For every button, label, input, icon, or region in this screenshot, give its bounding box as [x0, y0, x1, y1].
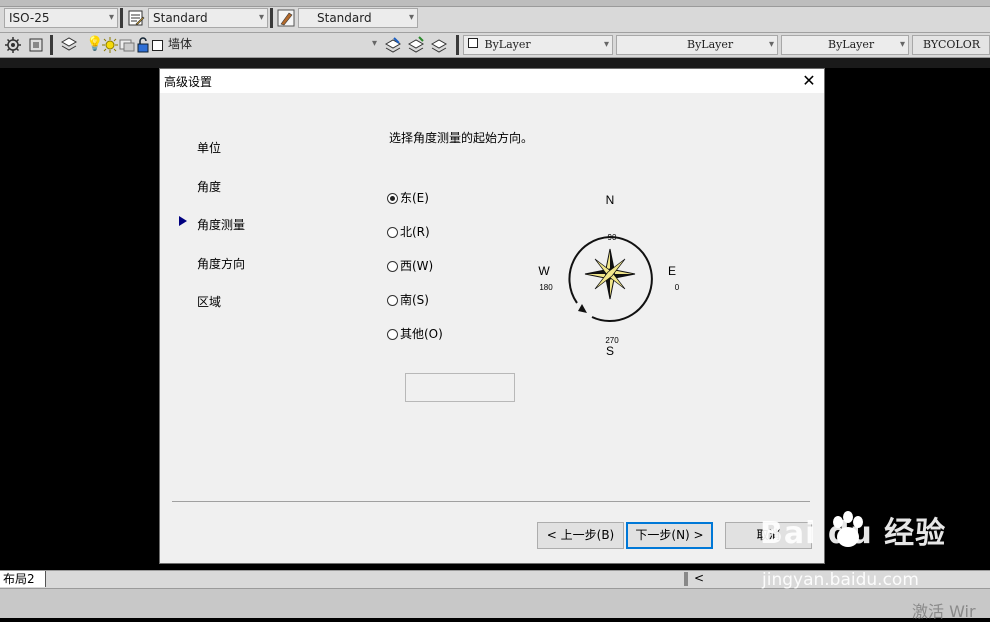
- tablestyle-value: Standard: [317, 11, 372, 25]
- compass-rose-icon: [568, 236, 653, 322]
- layer-name: 墙体: [168, 37, 193, 51]
- radio-west[interactable]: 西(W): [387, 257, 433, 274]
- toolbar-separator: [270, 8, 273, 28]
- viewport-freeze-icon[interactable]: [118, 36, 136, 54]
- lineweight-combo[interactable]: ByLayer ▾: [781, 35, 909, 55]
- layers-toolbar: 💡 墙体 ▾ ByLayer ▾ ByLayer ▾ ByLayer ▾ BYC…: [0, 33, 990, 58]
- sun-icon[interactable]: [101, 36, 119, 54]
- layer-combo[interactable]: 墙体 ▾: [164, 35, 380, 55]
- toolbar-separator: [456, 35, 459, 55]
- radio-indicator: [387, 261, 398, 272]
- layer-color-swatch: [152, 40, 163, 51]
- chevron-down-icon: ▾: [371, 38, 377, 49]
- layer-properties-icon[interactable]: [60, 36, 78, 54]
- radio-indicator: [387, 227, 398, 238]
- dialog-separator: [172, 501, 810, 502]
- compass-south-label: S: [606, 344, 614, 358]
- textstyle-value: Standard: [153, 11, 208, 25]
- plotstyle-value: BYCOLOR: [923, 38, 980, 51]
- other-angle-input[interactable]: [405, 373, 515, 402]
- nav-item-area[interactable]: 区域: [197, 293, 221, 310]
- radio-north[interactable]: 北(R): [387, 223, 430, 240]
- current-step-arrow-icon: [179, 216, 187, 226]
- dimstyle-value: ISO-25: [9, 11, 50, 25]
- radio-other[interactable]: 其他(O): [387, 325, 443, 342]
- color-swatch: [468, 38, 478, 48]
- linetype-value: ByLayer: [687, 38, 734, 51]
- compass-north-label: N: [606, 193, 615, 207]
- radio-label: 南(S): [400, 293, 429, 307]
- menu-strip: [0, 0, 990, 7]
- layer-previous-icon[interactable]: [430, 36, 448, 54]
- lock-icon[interactable]: [135, 36, 153, 54]
- radio-label: 东(E): [400, 191, 429, 205]
- radio-south[interactable]: 南(S): [387, 291, 429, 308]
- watermark-url: jingyan.baidu.com: [762, 570, 919, 590]
- make-current-layer-icon[interactable]: [384, 36, 402, 54]
- chevron-down-icon: ▾: [768, 39, 774, 50]
- tablestyle-icon[interactable]: [277, 9, 295, 27]
- layer-match-icon[interactable]: [407, 36, 425, 54]
- radio-indicator: [387, 193, 398, 204]
- scrollbar-handle[interactable]: [684, 572, 688, 586]
- compass-west-label: W: [538, 264, 550, 278]
- gear-icon[interactable]: [4, 36, 22, 54]
- dialog-title: 高级设置: [164, 75, 213, 89]
- chevron-down-icon: ▾: [603, 39, 609, 50]
- radio-label: 西(W): [400, 259, 434, 273]
- chevron-down-icon: ▾: [258, 12, 264, 23]
- compass-east-degrees: 0: [675, 283, 680, 292]
- activate-windows-text: 激活 Wir: [912, 602, 976, 621]
- plotstyle-combo[interactable]: BYCOLOR: [912, 35, 990, 55]
- chevron-down-icon: ▾: [108, 12, 114, 23]
- chevron-down-icon: ▾: [899, 39, 905, 50]
- status-bar: 激活 Wir: [0, 588, 990, 621]
- radio-indicator: [387, 329, 398, 340]
- back-button[interactable]: < 上一步(B): [537, 522, 624, 549]
- step-prompt: 选择角度测量的起始方向。: [389, 131, 534, 145]
- radio-label: 北(R): [400, 225, 430, 239]
- drawing-area[interactable]: [0, 58, 990, 68]
- toolbar-separator: [120, 8, 123, 28]
- color-value: ByLayer: [484, 38, 531, 51]
- chevron-down-icon: ▾: [408, 12, 414, 23]
- dimstyle-combo[interactable]: ISO-25 ▾: [4, 8, 118, 28]
- color-combo[interactable]: ByLayer ▾: [463, 35, 613, 55]
- dialog-titlebar[interactable]: 高级设置 ✕: [160, 69, 824, 93]
- tab-layout2[interactable]: 布局2: [0, 571, 46, 587]
- layer-state-icon[interactable]: [27, 36, 45, 54]
- compass-diagram: N 90 W 180 E 0 270 S: [538, 193, 680, 358]
- toolbar-separator: [50, 35, 53, 55]
- nav-item-angle-measure[interactable]: 角度测量: [197, 216, 245, 233]
- radio-indicator: [387, 295, 398, 306]
- compass-east-label: E: [668, 264, 676, 278]
- styles-toolbar: ISO-25 ▾ Standard ▾ Standard ▾: [0, 0, 990, 33]
- linetype-combo[interactable]: ByLayer ▾: [616, 35, 778, 55]
- nav-item-units[interactable]: 单位: [197, 139, 221, 156]
- compass-west-degrees: 180: [539, 283, 553, 292]
- radio-east[interactable]: 东(E): [387, 189, 429, 206]
- nav-item-angle[interactable]: 角度: [197, 178, 221, 195]
- next-button[interactable]: 下一步(N) >: [626, 522, 713, 549]
- scroll-left-arrow-icon[interactable]: <: [694, 571, 704, 585]
- radio-label: 其他(O): [400, 327, 443, 341]
- nav-item-angle-direction[interactable]: 角度方向: [197, 255, 245, 272]
- textstyle-combo[interactable]: Standard ▾: [148, 8, 268, 28]
- tablestyle-combo[interactable]: Standard ▾: [298, 8, 418, 28]
- watermark-logo: Bai du 经验: [760, 516, 947, 551]
- close-icon[interactable]: ✕: [800, 72, 818, 90]
- textstyle-icon[interactable]: [127, 9, 145, 27]
- advanced-setup-dialog: 高级设置 ✕ 单位 角度 角度测量 角度方向 区域 选择角度测量的起始方向。 东…: [159, 68, 825, 564]
- lineweight-value: ByLayer: [828, 38, 875, 51]
